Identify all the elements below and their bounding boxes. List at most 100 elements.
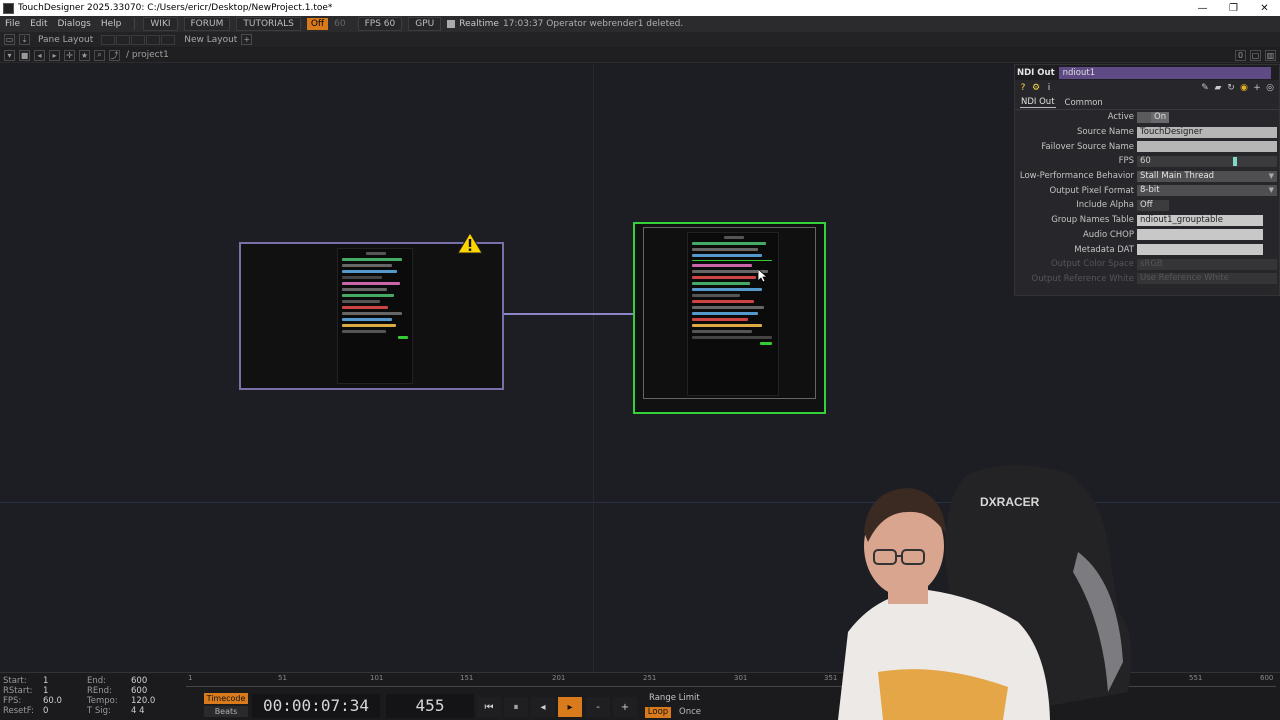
beats-mode-button[interactable]: Beats — [204, 706, 248, 717]
operator-type: NDI Out — [1017, 67, 1055, 78]
split-pane-icon[interactable]: ▥ — [1265, 50, 1276, 61]
wiki-button[interactable]: WIKI — [143, 17, 178, 31]
back-icon[interactable]: ◂ — [34, 49, 45, 61]
play-icon[interactable]: ▸ — [558, 697, 582, 717]
tsig-value[interactable]: 4 4 — [131, 706, 181, 716]
info-icon[interactable]: i — [1044, 83, 1054, 93]
fps-display[interactable]: FPS 60 — [357, 17, 403, 31]
timecode-mode-button[interactable]: Timecode — [204, 693, 248, 704]
play-reverse-icon[interactable]: ◂ — [531, 697, 555, 717]
include-alpha-toggle[interactable]: Off — [1137, 199, 1169, 211]
fps-value[interactable]: 60.0 — [43, 696, 87, 706]
fps-field[interactable]: 60 — [1137, 155, 1277, 167]
gpu-button[interactable]: GPU — [408, 17, 442, 31]
restore-button[interactable]: ❐ — [1218, 0, 1249, 16]
pane-layout-presets[interactable] — [101, 34, 176, 45]
pane-bar: ▭ ⇣ Pane Layout New Layout + — [0, 32, 1280, 47]
rewind-icon[interactable]: ⏮ — [477, 697, 501, 717]
grid-line — [593, 64, 594, 672]
param-failover: Failover Source Name — [1015, 139, 1279, 154]
stop-icon[interactable]: ■ — [19, 49, 30, 61]
pane-split-icon[interactable]: ▭ — [4, 34, 15, 45]
bookmark-icon[interactable]: ★ — [79, 49, 90, 61]
menu-dialogs[interactable]: Dialogs — [53, 19, 96, 29]
resetf-value[interactable]: 0 — [43, 706, 87, 716]
python-help-icon[interactable]: ⚙ — [1031, 83, 1041, 93]
active-toggle[interactable]: On — [1137, 111, 1169, 123]
menu-bar: File Edit Dialogs Help WIKI FORUM TUTORI… — [0, 16, 1280, 32]
timeline-settings: Start: 1 End: 600 RStart: 1 REnd: 600 FPS: 60… — [3, 676, 181, 716]
ruler-tick: 151 — [460, 674, 474, 682]
node-viewer — [643, 227, 816, 399]
once-button[interactable]: Once — [675, 707, 705, 718]
ofl-toggle[interactable]: Off — [306, 18, 329, 30]
forum-button[interactable]: FORUM — [183, 17, 231, 31]
network-path[interactable]: / project1 — [126, 50, 169, 60]
search-icon[interactable]: ⌕ — [94, 49, 105, 61]
home-icon[interactable]: ✛ — [64, 49, 75, 61]
operator-name-field[interactable]: ndiout1 — [1058, 66, 1271, 79]
settings-icon[interactable]: ◎ — [1265, 83, 1275, 93]
python-icon[interactable]: ◉ — [1239, 83, 1249, 93]
group-names-field[interactable]: ndiout1_grouptable — [1137, 214, 1263, 226]
webrender-node[interactable] — [239, 242, 504, 390]
range-limit-label: Range Limit — [649, 693, 700, 703]
warning-icon[interactable] — [457, 232, 483, 254]
menu-help[interactable]: Help — [96, 19, 127, 29]
pixel-format-dropdown[interactable]: 8-bit ▼ — [1137, 185, 1277, 197]
realtime-checkbox[interactable] — [447, 20, 456, 28]
add-layout-button[interactable]: + — [241, 34, 253, 45]
reset-icon[interactable]: ↻ — [1226, 83, 1236, 93]
webcam-overlay: DXRACER — [838, 465, 1132, 720]
node-wire[interactable] — [504, 313, 634, 315]
step-forward-icon[interactable]: + — [613, 697, 637, 717]
ruler-tick: 101 — [370, 674, 384, 682]
audio-chop-field[interactable] — [1137, 229, 1263, 241]
maximize-pane-icon[interactable]: ▢ — [1250, 50, 1261, 61]
menu-edit[interactable]: Edit — [25, 19, 52, 29]
help-icon[interactable]: ? — [1018, 83, 1028, 93]
frame-display[interactable]: 455 — [386, 694, 474, 718]
up-icon[interactable]: ⤴ — [109, 49, 120, 61]
window-title: TouchDesigner 2025.33070: C:/Users/ericr… — [18, 3, 333, 13]
tab-ndi-out[interactable]: NDI Out — [1020, 97, 1056, 108]
lowperf-dropdown[interactable]: Stall Main Thread ▼ — [1137, 170, 1277, 182]
source-name-field[interactable]: TouchDesigner — [1137, 126, 1277, 138]
ndiout-node[interactable] — [633, 222, 826, 414]
pane-type-icon[interactable]: ▾ — [4, 49, 15, 61]
rstart-value[interactable]: 1 — [43, 686, 87, 696]
rend-value[interactable]: 600 — [131, 686, 181, 696]
add-icon[interactable]: + — [1252, 83, 1262, 93]
comment-icon[interactable]: ▰ — [1213, 83, 1223, 93]
tab-common[interactable]: Common — [1064, 98, 1104, 108]
minimize-button[interactable]: — — [1187, 0, 1218, 16]
forward-icon[interactable]: ▸ — [49, 49, 60, 61]
viewer-toggle-icon[interactable]: 0 — [1235, 50, 1246, 61]
pane-menu-icon[interactable]: ⇣ — [19, 34, 30, 45]
param-header: NDI Out ndiout1 — [1015, 65, 1279, 80]
edit-icon[interactable]: ✎ — [1200, 83, 1210, 93]
loop-button[interactable]: Loop — [645, 707, 671, 718]
pane-layout-label[interactable]: Pane Layout — [38, 35, 93, 45]
tutorials-button[interactable]: TUTORIALS — [236, 17, 301, 31]
timecode-display[interactable]: 00:00:07:34 — [252, 694, 380, 718]
ruler-tick: 1 — [188, 674, 193, 682]
pause-icon[interactable]: ⏸ — [504, 697, 528, 717]
start-value[interactable]: 1 — [43, 676, 87, 686]
param-group-table: Group Names Table ndiout1_grouptable — [1015, 213, 1279, 228]
path-bar: ▾ ■ ◂ ▸ ✛ ★ ⌕ ⤴ / project1 0 ▢ ▥ — [0, 48, 1280, 63]
new-layout-label[interactable]: New Layout — [184, 35, 237, 45]
param-pixfmt: Output Pixel Format 8-bit ▼ — [1015, 183, 1279, 198]
tempo-value[interactable]: 120.0 — [131, 696, 181, 706]
close-button[interactable]: ✕ — [1249, 0, 1280, 16]
step-back-icon[interactable]: - — [586, 697, 610, 717]
metadata-dat-field[interactable] — [1137, 244, 1263, 256]
failover-source-field[interactable] — [1137, 141, 1277, 153]
touchdesigner-window: TouchDesigner 2025.33070: C:/Users/ericr… — [0, 0, 1280, 720]
param-metadata: Metadata DAT — [1015, 242, 1279, 257]
title-bar: TouchDesigner 2025.33070: C:/Users/ericr… — [0, 0, 1280, 16]
fps-slider-handle[interactable] — [1233, 156, 1237, 166]
node-preview — [337, 248, 413, 384]
end-value[interactable]: 600 — [131, 676, 181, 686]
menu-file[interactable]: File — [0, 19, 25, 29]
